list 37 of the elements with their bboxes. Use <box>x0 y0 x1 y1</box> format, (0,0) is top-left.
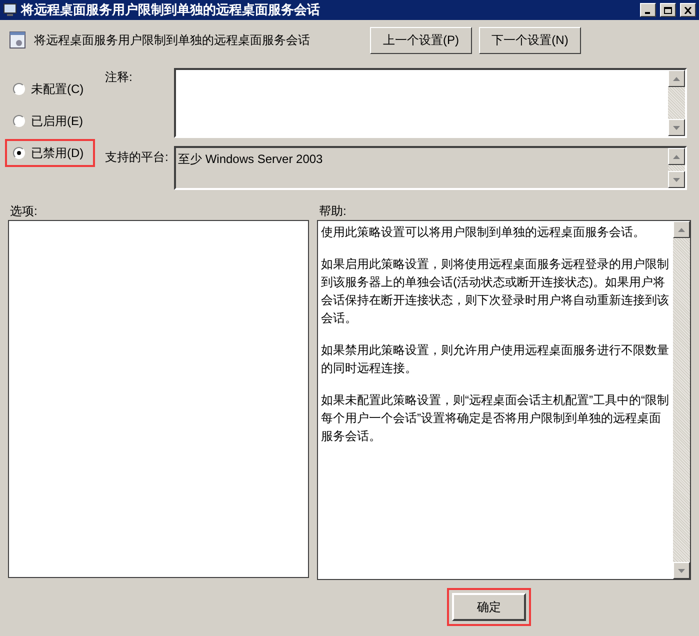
help-paragraph: 如果启用此策略设置，则将使用远程桌面服务远程登录的用户限制到该服务器上的单独会话(活动状态或断开连接状态)。如果用户将会话保持在断开连接状态，则下次登录时用户将自动重新连接到该会话。 <box>321 256 670 327</box>
scroll-down-button[interactable] <box>668 171 685 188</box>
options-label: 选项: <box>9 203 38 218</box>
scroll-up-button[interactable] <box>668 70 685 87</box>
platform-field: 至少 Windows Server 2003 <box>174 146 687 190</box>
policy-icon <box>9 31 26 49</box>
scroll-up-button[interactable] <box>673 221 690 238</box>
up-arrow-icon <box>678 228 685 232</box>
platform-label: 支持的平台: <box>104 149 170 166</box>
navigation-button[interactable]: 上一个设置(P) <box>370 26 472 54</box>
close-icon <box>684 6 692 14</box>
radio-option[interactable]: 已禁用(D) <box>5 139 95 167</box>
ok-button[interactable]: 确定 <box>452 593 526 621</box>
up-arrow-icon <box>673 154 680 158</box>
up-arrow-icon <box>673 76 680 80</box>
down-arrow-icon <box>673 126 680 130</box>
radio-option[interactable]: 未配置(C) <box>5 75 95 103</box>
computer-icon <box>3 3 17 17</box>
maximize-button[interactable] <box>660 3 676 17</box>
help-paragraph: 使用此策略设置可以将用户限制到单独的远程桌面服务会话。 <box>321 224 646 241</box>
comment-label: 注释: <box>104 69 134 86</box>
help-label: 帮助: <box>318 203 348 218</box>
down-arrow-icon <box>678 568 685 572</box>
down-arrow-icon <box>673 178 680 182</box>
maximize-icon <box>664 6 672 14</box>
scroll-down-button[interactable] <box>673 562 690 579</box>
close-button[interactable] <box>680 3 696 17</box>
comment-field[interactable] <box>174 68 687 138</box>
help-paragraph: 如果未配置此策略设置，则“远程桌面会话主机配置”工具中的“限制每个用户一个会话”设置将确定是否将用户限制到单独的远程桌面服务会话。 <box>321 392 670 445</box>
window-title: 将远程桌面服务用户限制到单独的远程桌面服务会话 <box>21 1 321 20</box>
navigation-button[interactable]: 下一个设置(N) <box>479 26 581 54</box>
radio-option[interactable]: 已启用(E) <box>5 107 95 135</box>
scroll-down-button[interactable] <box>668 119 685 136</box>
setting-name: 将远程桌面服务用户限制到单独的远程桌面服务会话 <box>34 32 311 49</box>
help-paragraph: 如果禁用此策略设置，则允许用户使用远程桌面服务进行不限数量的同时远程连接。 <box>321 342 670 377</box>
scroll-up-button[interactable] <box>668 148 685 165</box>
minimize-button[interactable] <box>640 3 656 17</box>
